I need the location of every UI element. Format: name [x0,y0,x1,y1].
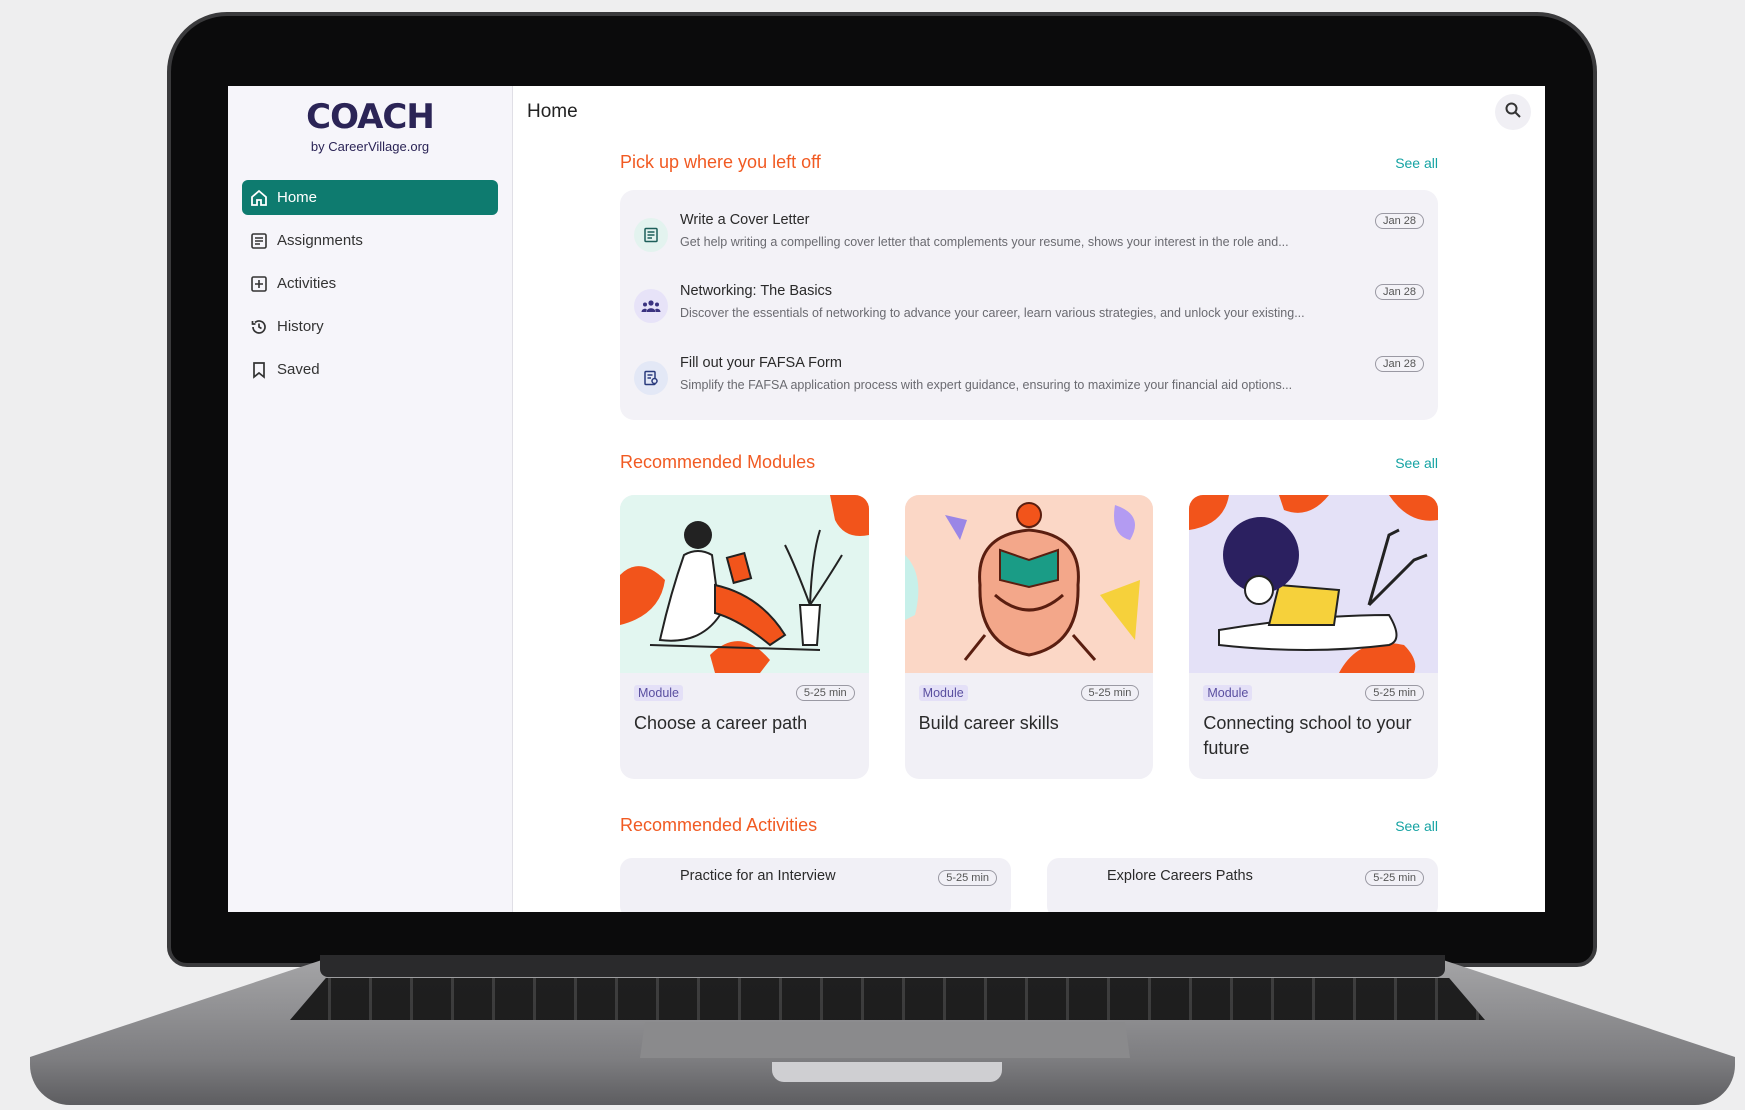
sidebar-item-label: Activities [277,275,337,292]
activity-card[interactable]: Practice for an Interview 5-25 min [620,858,1011,912]
card-title: Choose a career path [634,713,808,733]
section-title: Recommended Modules [620,452,816,472]
plus-box-icon [250,275,268,293]
laptop-hinge [320,955,1445,977]
search-icon [1504,101,1522,124]
module-card[interactable]: Module 5-25 min Choose a career path [620,495,869,779]
item-title: Fill out your FAFSA Form [680,355,842,371]
brand-name: COACH [306,97,435,137]
see-all-link[interactable]: See all [1395,455,1438,471]
item-title: Write a Cover Letter [680,212,810,228]
module-tag: Module [918,685,968,701]
activity-title: Explore Careers Paths [1107,868,1253,884]
form-icon [634,361,668,395]
module-card[interactable]: Module 5-25 min Connecting school to you… [1189,495,1439,779]
card-meta: Module 5-25 min [1189,673,1438,701]
activity-card[interactable]: Explore Careers Paths 5-25 min [1047,858,1438,912]
sidebar-item-assignments[interactable]: Assignments [242,223,498,258]
duration-badge: 5-25 min [1080,685,1140,701]
card-title: Build career skills [918,713,1059,733]
duration-badge: 5-25 min [1365,685,1425,701]
sidebar: COACH by CareerVillage.org Home Assignme… [228,86,513,912]
list-item[interactable]: Fill out your FAFSA Form Simplify the FA… [634,355,1424,415]
home-icon [250,189,268,207]
page-title: Home [527,101,578,122]
laptop-keyboard [290,978,1485,1020]
duration-badge: 5-25 min [1365,870,1424,886]
sidebar-nav: Home Assignments Activities History Save… [228,180,512,387]
card-meta: Module 5-25 min [620,673,869,701]
activity-title: Practice for an Interview [680,868,836,884]
home-feed: Pick up where you left off See all Write… [620,152,1439,912]
card-meta: Module 5-25 min [905,673,1154,701]
module-tag: Module [1203,685,1253,701]
module-illustration-reading-person [904,495,1154,673]
pickup-header: Pick up where you left off See all [620,152,1438,173]
date-badge: Jan 28 [1374,213,1424,229]
main-content: Home Pick up where you left off See all … [513,86,1545,912]
brand-logo[interactable]: COACH by CareerVillage.org [228,86,512,154]
item-description: Discover the essentials of networking to… [680,306,1305,320]
module-cards: Module 5-25 min Choose a career path Mod… [620,495,1439,779]
sidebar-item-label: Home [277,189,318,206]
activities-header: Recommended Activities See all [620,815,1438,836]
sidebar-item-saved[interactable]: Saved [242,352,498,387]
duration-badge: 5-25 min [795,685,855,701]
list-item[interactable]: Networking: The Basics Discover the esse… [634,283,1424,343]
list-item[interactable]: Write a Cover Letter Get help writing a … [634,212,1424,272]
brand-tagline: by CareerVillage.org [310,139,430,154]
item-title: Networking: The Basics [680,283,833,299]
history-icon [250,318,268,336]
top-bar: Home [513,86,1545,138]
sidebar-item-label: Saved [277,361,320,378]
sidebar-item-activities[interactable]: Activities [242,266,498,301]
date-badge: Jan 28 [1374,284,1424,300]
section-title: Recommended Activities [620,815,818,835]
activity-cards: Practice for an Interview 5-25 min Explo… [620,858,1438,912]
sidebar-item-history[interactable]: History [242,309,498,344]
app-screen: COACH by CareerVillage.org Home Assignme… [228,86,1545,912]
duration-badge: 5-25 min [938,870,997,886]
search-button[interactable] [1495,94,1531,130]
modules-header: Recommended Modules See all [620,452,1438,473]
people-icon [634,289,668,323]
module-card[interactable]: Module 5-25 min Build career skills [904,495,1154,779]
bookmark-icon [250,361,268,379]
see-all-link[interactable]: See all [1395,155,1438,171]
section-title: Pick up where you left off [620,152,821,172]
item-description: Get help writing a compelling cover lett… [680,235,1289,249]
item-description: Simplify the FAFSA application process w… [680,378,1293,392]
sidebar-item-home[interactable]: Home [242,180,498,215]
pickup-list: Write a Cover Letter Get help writing a … [620,190,1438,420]
module-illustration-lying-person [1189,495,1439,673]
laptop-lid-notch [772,1062,1002,1082]
sidebar-item-label: History [277,318,324,335]
document-icon [634,218,668,252]
card-title: Connecting school to your future [1203,713,1412,758]
sidebar-item-label: Assignments [277,232,363,249]
laptop-trackpad [640,1022,1130,1058]
module-illustration-reading-woman [620,495,869,673]
see-all-link[interactable]: See all [1395,818,1438,834]
date-badge: Jan 28 [1374,356,1424,372]
module-tag: Module [634,685,683,701]
list-icon [250,232,268,250]
